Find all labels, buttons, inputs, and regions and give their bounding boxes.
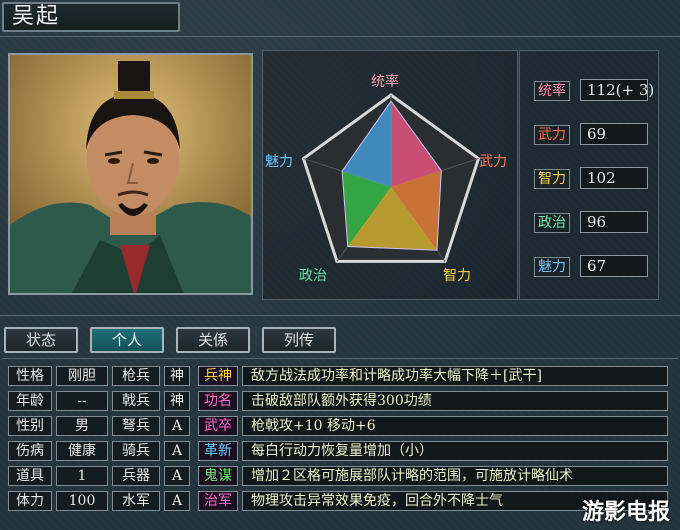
- skill-description: 枪戟攻+10 移动+6: [242, 416, 668, 436]
- attribute-row: 体力 100 水军 A: [8, 491, 194, 513]
- attr-key: 道具: [8, 466, 52, 486]
- skill-row: 兵神 敌方战法成功率和计略成功率大幅下降＋[武干]: [198, 366, 668, 388]
- attribute-row: 性别男弩兵 A: [8, 416, 194, 438]
- skill-row: 革新 每白行动力恢复量增加（小）: [198, 441, 668, 463]
- attr-value: 健康: [56, 441, 108, 461]
- stat-value: 67: [580, 255, 648, 277]
- aptitude-key: 戟兵: [112, 391, 160, 411]
- skill-name[interactable]: 治军: [198, 491, 238, 511]
- aptitude-value: A: [164, 466, 190, 486]
- stat-value: 69: [580, 123, 648, 145]
- stat-label: 武力: [534, 125, 570, 145]
- radar-label-chr: 魅力: [265, 154, 293, 170]
- skill-description: 击破敌部队额外获得300功绩: [242, 391, 668, 411]
- skill-name[interactable]: 兵神: [198, 366, 238, 386]
- aptitude-key: 骑兵: [112, 441, 160, 461]
- skill-row: 功名 击破敌部队额外获得300功绩: [198, 391, 668, 413]
- attribute-row: 伤病 健康 骑兵 A: [8, 441, 194, 463]
- attr-key: 伤病: [8, 441, 52, 461]
- watermark-text: 游影电报: [581, 500, 670, 525]
- skill-row: 武卒 枪戟攻+10 移动+6: [198, 416, 668, 438]
- aptitude-key: 枪兵: [112, 366, 160, 386]
- stat-value: 102: [580, 167, 648, 189]
- stats-panel: 统率 112(+ 3) 武力 69 智力 102 政治 96 魅力 67: [519, 50, 659, 300]
- skill-name[interactable]: 武卒: [198, 416, 238, 436]
- attribute-row: 道具 1 兵器 A: [8, 466, 194, 488]
- aptitude-value: A: [164, 441, 190, 461]
- radar-label-pol: 政治: [299, 268, 327, 284]
- stat-value: 96: [580, 211, 648, 233]
- stat-label: 智力: [534, 169, 570, 189]
- aptitude-value: A: [164, 416, 190, 436]
- aptitude-value: A: [164, 491, 190, 511]
- attr-key: 性格: [8, 366, 52, 386]
- attribute-row: 性格 刚胆 枪兵神: [8, 366, 194, 388]
- aptitude-key: 弩兵: [112, 416, 160, 436]
- officer-portrait: [8, 53, 253, 295]
- stat-label: 政治: [534, 213, 570, 233]
- aptitude-value: 神: [164, 391, 190, 411]
- tab-status[interactable]: 状态: [4, 327, 78, 353]
- tab-bar: 状态 个人 关係 列传: [4, 327, 348, 353]
- skill-description: 每白行动力恢复量增加（小）: [242, 441, 668, 461]
- attr-key: 体力: [8, 491, 52, 511]
- stat-row-pol: 政治 96: [534, 211, 648, 235]
- stat-row-chr: 魅力 67: [534, 255, 648, 279]
- tab-biography[interactable]: 列传: [262, 327, 336, 353]
- skill-name[interactable]: 鬼谋: [198, 466, 238, 486]
- skill-name[interactable]: 功名: [198, 391, 238, 411]
- skill-description: 增加２区格可施展部队计略的范围，可施放计略仙术: [242, 466, 668, 486]
- attribute-row: 年龄 -- 戟兵神: [8, 391, 194, 413]
- officer-name: 吴起: [2, 2, 180, 32]
- attr-value: 男: [56, 416, 108, 436]
- attr-value: 100: [56, 491, 108, 511]
- tab-relations[interactable]: 关係: [176, 327, 250, 353]
- stat-value: 112(+ 3): [580, 79, 654, 101]
- attr-value: 刚胆: [56, 366, 108, 386]
- skill-description: 敌方战法成功率和计略成功率大幅下降＋[武干]: [242, 366, 668, 386]
- stat-label: 魅力: [534, 257, 570, 277]
- aptitude-key: 兵器: [112, 466, 160, 486]
- attr-value: 1: [56, 466, 108, 486]
- aptitude-value: 神: [164, 366, 190, 386]
- ability-radar-chart: 统率 武力 智力 政治 魅力: [262, 50, 518, 300]
- tab-personal[interactable]: 个人: [90, 327, 164, 353]
- stat-label: 统率: [534, 81, 570, 101]
- skill-row: 鬼谋 增加２区格可施展部队计略的范围，可施放计略仙术: [198, 466, 668, 488]
- stat-row-war: 武力 69: [534, 123, 648, 147]
- radar-label-war: 武力: [479, 154, 507, 170]
- attr-key: 年龄: [8, 391, 52, 411]
- radar-label-lead: 统率: [371, 74, 399, 90]
- radar-label-int: 智力: [443, 268, 471, 284]
- skill-name[interactable]: 革新: [198, 441, 238, 461]
- aptitude-key: 水军: [112, 491, 160, 511]
- attr-value: --: [56, 391, 108, 411]
- stat-row-lead: 统率 112(+ 3): [534, 79, 654, 103]
- stat-row-int: 智力 102: [534, 167, 648, 191]
- attr-key: 性别: [8, 416, 52, 436]
